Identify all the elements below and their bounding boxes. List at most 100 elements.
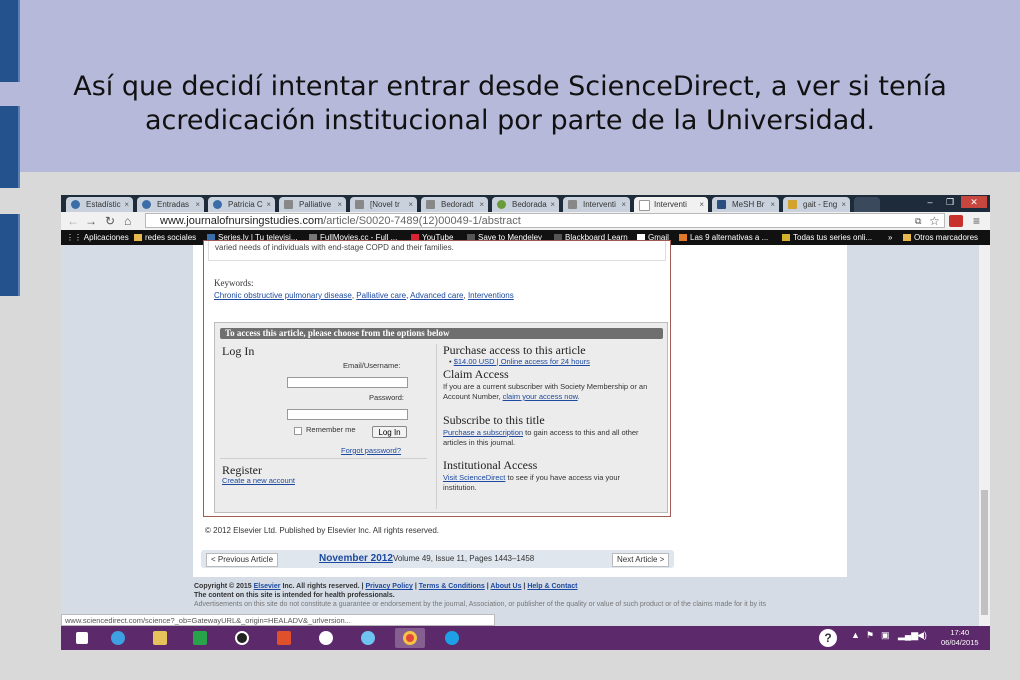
slide-title: Así que decidí intentar entrar desde Sci… (40, 70, 980, 138)
keyword-link[interactable]: Advanced care (410, 291, 463, 300)
back-icon[interactable]: ← (67, 213, 79, 229)
browser-tab[interactable]: Bedoradt × (421, 197, 488, 212)
close-icon[interactable]: × (266, 197, 271, 212)
browser-tab[interactable]: Palliative × (279, 197, 346, 212)
close-icon[interactable]: × (195, 197, 200, 212)
taskbar-explorer[interactable] (145, 628, 175, 648)
close-icon[interactable]: × (841, 197, 846, 212)
start-button[interactable] (67, 628, 97, 648)
mesh-icon (717, 200, 726, 209)
browser-tab[interactable]: Bedorada × (492, 197, 559, 212)
close-icon[interactable]: × (621, 197, 626, 212)
reload-icon[interactable]: ↻ (105, 213, 115, 229)
alternativas-icon (679, 234, 687, 241)
home-icon[interactable]: ⌂ (124, 213, 131, 229)
forgot-password-link[interactable]: Forgot password? (341, 446, 401, 456)
flag-icon[interactable]: ⚑ (866, 630, 874, 641)
hp-icon (319, 631, 333, 645)
browser-tab-active[interactable]: Interventi × (634, 197, 708, 212)
volume-icon[interactable]: ◀) (917, 630, 927, 641)
previous-article-button[interactable]: < Previous Article (206, 553, 279, 567)
restore-icon[interactable]: ❐ (939, 196, 961, 208)
privacy-policy-link[interactable]: Privacy Policy (365, 583, 412, 590)
help-contact-link[interactable]: Help & Contact (527, 583, 577, 590)
browser-tab[interactable]: Patricia C × (208, 197, 275, 212)
forward-icon[interactable]: → (85, 213, 97, 229)
menu-icon[interactable]: ≡ (973, 213, 980, 229)
taskbar-photo[interactable] (269, 628, 299, 648)
keyword-link[interactable]: Interventions (468, 291, 514, 300)
article-page: varied needs of individuals with end-sta… (193, 240, 847, 577)
device-icon[interactable]: ▣ (881, 630, 890, 641)
browser-tab[interactable]: MeSH Br × (712, 197, 779, 212)
taskbar-app[interactable] (353, 628, 383, 648)
close-window-icon[interactable]: ✕ (961, 196, 987, 208)
taskbar-ie[interactable] (103, 628, 133, 648)
keyword-link[interactable]: Chronic obstructive pulmonary disease (214, 291, 352, 300)
close-icon[interactable]: × (699, 197, 704, 212)
footer-line3: Advertisements on this site do not const… (194, 601, 766, 608)
browser-tab[interactable]: [Novel tr × (350, 197, 417, 212)
close-icon[interactable]: × (337, 197, 342, 212)
bookmark-item[interactable]: ⋮⋮ Aplicaciones (66, 230, 129, 245)
wordpress-icon (71, 200, 80, 209)
tray-arrow-icon[interactable]: ▲ (851, 630, 860, 640)
terms-link[interactable]: Terms & Conditions (419, 583, 485, 590)
help-icon[interactable]: ? (819, 629, 837, 647)
footer-rights: Inc. All rights reserved. | (282, 583, 364, 590)
site-footer: Copyright © 2015 Elsevier Inc. All right… (194, 582, 844, 609)
bird-app-icon (361, 631, 375, 645)
close-icon[interactable]: × (550, 197, 555, 212)
bookmark-item[interactable]: redes sociales (134, 230, 196, 245)
new-tab-button[interactable] (854, 197, 880, 212)
visit-sciencedirect-link[interactable]: Visit ScienceDirect (443, 473, 505, 482)
next-article-button[interactable]: Next Article > (612, 553, 670, 567)
network-icon[interactable]: ▂▄▆ (898, 630, 918, 641)
address-bar[interactable]: www.journalofnursingstudies.com/article/… (145, 213, 945, 228)
claim-access-link[interactable]: claim your access now (503, 392, 578, 401)
close-icon[interactable]: × (479, 197, 484, 212)
browser-tab[interactable]: Interventi × (563, 197, 630, 212)
adblock-icon[interactable] (949, 215, 963, 227)
close-icon[interactable]: × (408, 197, 413, 212)
tab-label: Bedorada (512, 200, 547, 209)
login-button[interactable]: Log In (372, 426, 407, 438)
email-field[interactable] (287, 377, 408, 388)
browser-tab[interactable]: Entradas × (137, 197, 204, 212)
page-scrollbar[interactable] (979, 245, 990, 626)
taskbar-media[interactable] (227, 628, 257, 648)
purchase-option-link[interactable]: $14.00 USD | Online access for 24 hours (454, 357, 590, 366)
bookmark-item[interactable]: Todas tus series onli... (782, 230, 872, 245)
purchase-subscription-link[interactable]: Purchase a subscription (443, 428, 523, 437)
folder-icon (134, 234, 142, 241)
bookmark-item[interactable]: Otros marcadores (903, 230, 978, 245)
wordpress-icon (142, 200, 151, 209)
media-player-icon (235, 631, 249, 645)
remember-me-checkbox[interactable] (294, 427, 302, 435)
series-icon (782, 234, 790, 241)
browser-tab[interactable]: gait - Eng × (783, 197, 850, 212)
bookmark-label: Otros marcadores (914, 233, 979, 242)
password-field[interactable] (287, 409, 408, 420)
minimize-icon[interactable]: – (919, 196, 941, 208)
translate-icon[interactable]: ⧉ (915, 213, 921, 229)
taskbar-chrome[interactable] (395, 628, 425, 648)
keyword-link[interactable]: Palliative care (356, 291, 406, 300)
purchase-option: • $14.00 USD | Online access for 24 hour… (449, 357, 590, 367)
create-account-link[interactable]: Create a new account (222, 476, 295, 486)
bookmark-star-icon[interactable]: ☆ (929, 213, 940, 229)
browser-tab[interactable]: Estadístic × (66, 197, 133, 212)
taskbar-skype[interactable] (437, 628, 467, 648)
scrollbar-thumb[interactable] (981, 490, 988, 615)
tab-label: Palliative (299, 200, 332, 209)
elsevier-link[interactable]: Elsevier (254, 583, 281, 590)
bookmark-item[interactable]: Las 9 alternativas a ... (679, 230, 768, 245)
close-icon[interactable]: × (770, 197, 775, 212)
issue-link[interactable]: November 2012 (319, 553, 393, 564)
taskbar-hp[interactable] (311, 628, 341, 648)
close-icon[interactable]: × (124, 197, 129, 212)
about-us-link[interactable]: About Us (490, 583, 521, 590)
bookmarks-overflow[interactable]: » (888, 230, 892, 245)
taskbar-clock[interactable]: 17:40 06/04/2015 (941, 628, 979, 648)
taskbar-store[interactable] (185, 628, 215, 648)
